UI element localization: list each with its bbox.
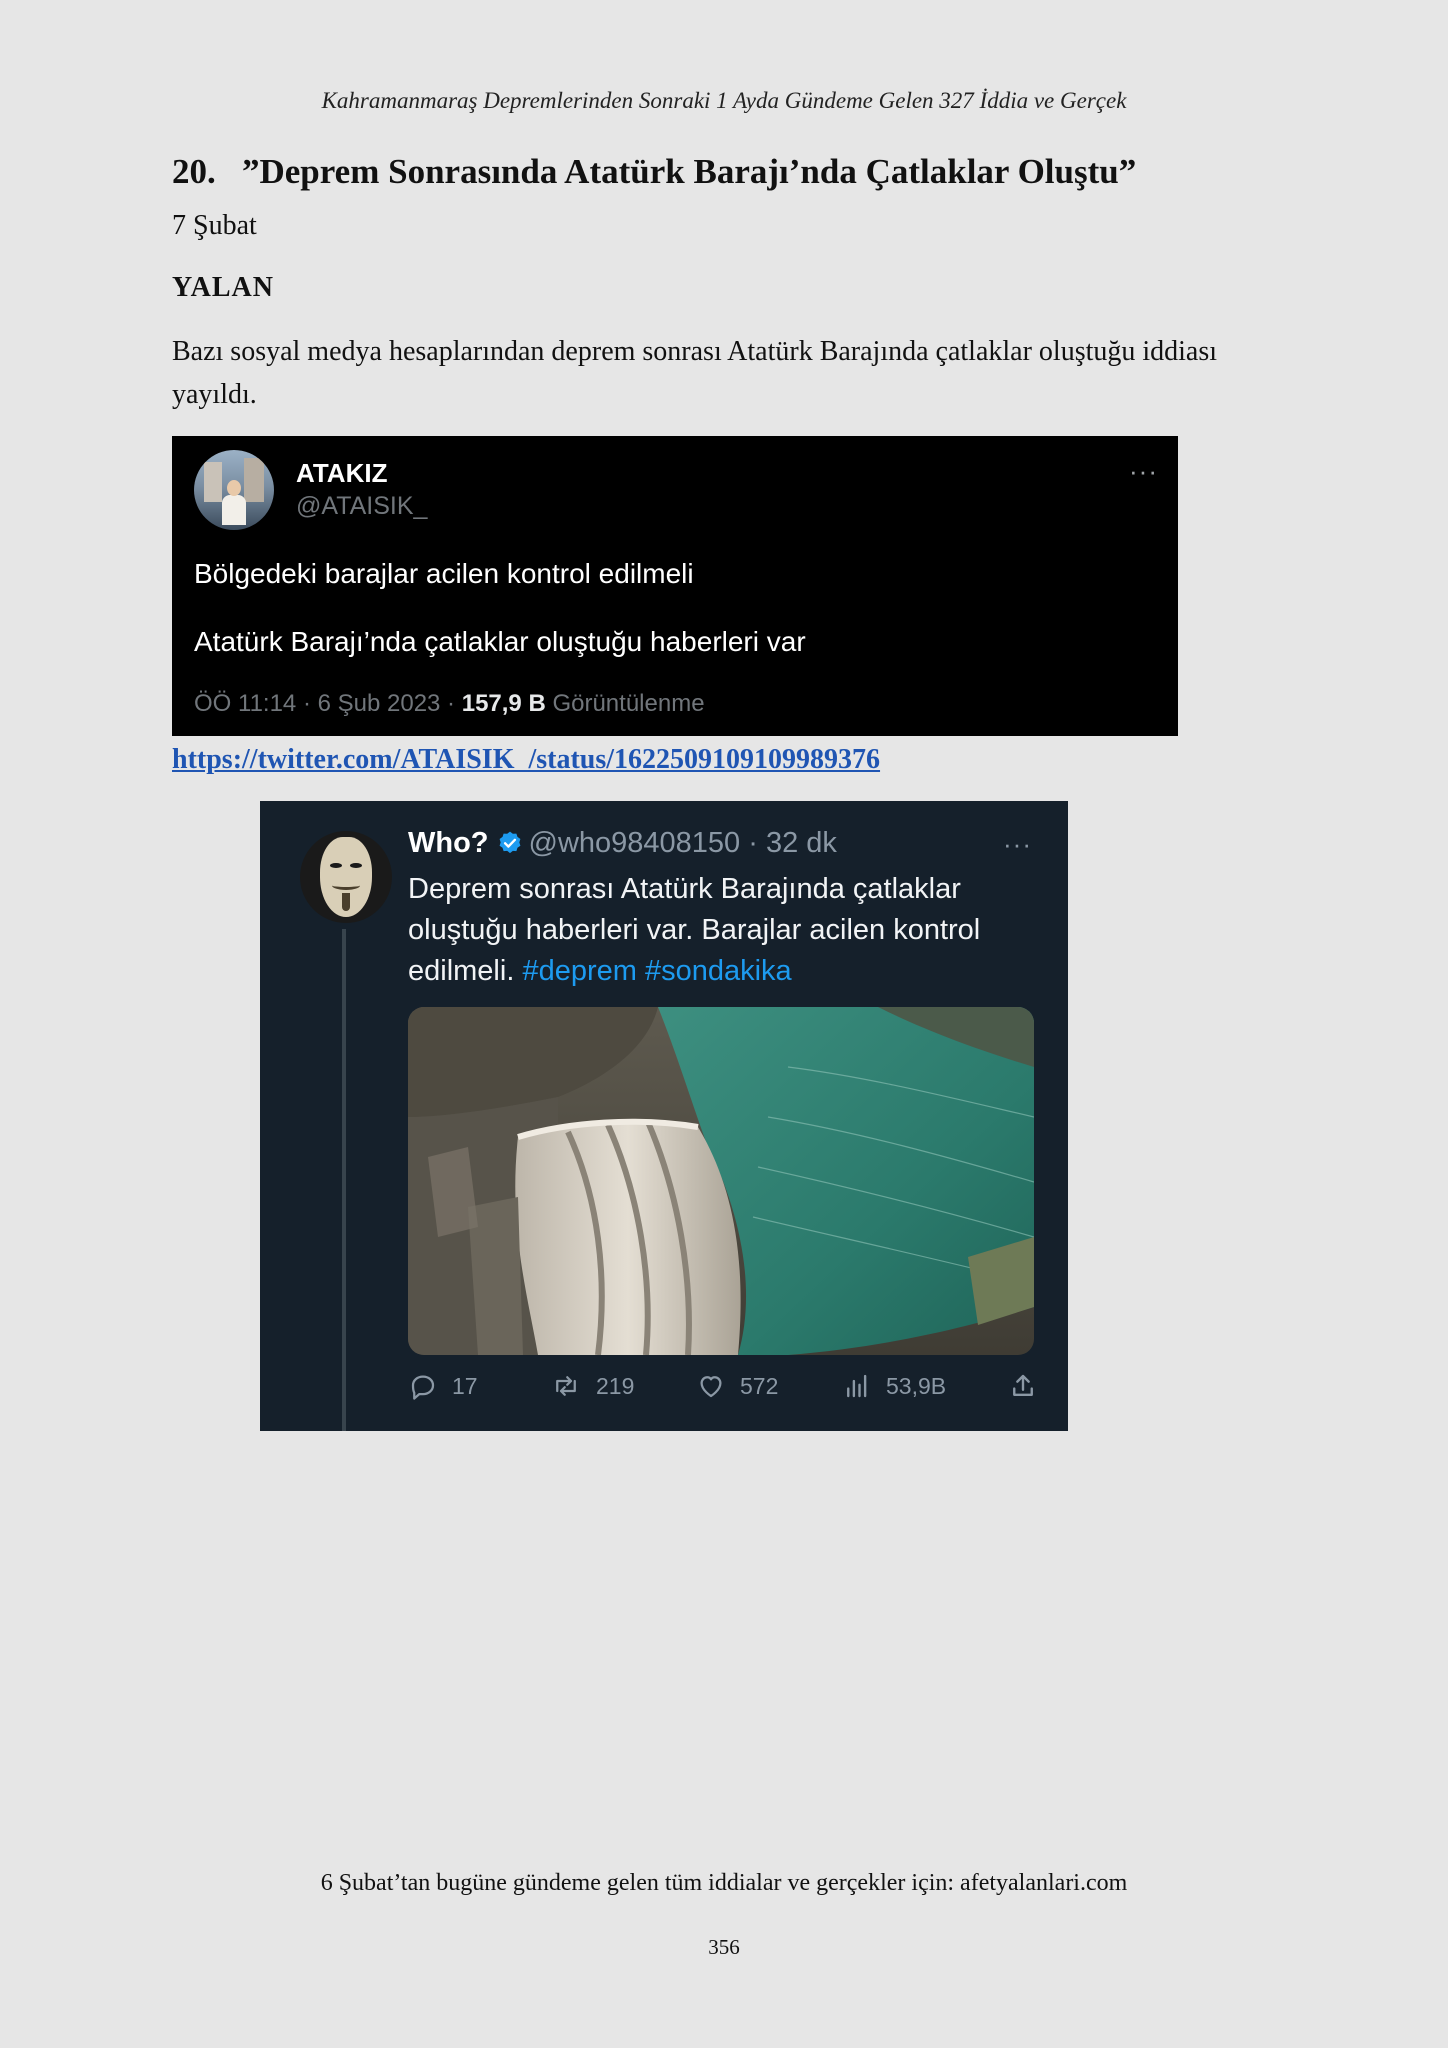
tweet-handle: @ATAISIK_	[296, 492, 428, 520]
views-count: 157,9 B	[461, 690, 546, 717]
tweet-meta: ÖÖ 11:14 · 6 Şub 2023 · 157,9 B Görüntül…	[194, 690, 705, 718]
source-link[interactable]: https://twitter.com/ATAISIK_/status/1622…	[172, 744, 880, 776]
claim-title: ”Deprem Sonrasında Atatürk Barajı’nda Ça…	[242, 152, 1137, 191]
hashtag-deprem: #deprem	[522, 955, 637, 987]
verdict-label: YALAN	[172, 272, 274, 303]
views-action[interactable]: 53,9B	[842, 1371, 946, 1401]
more-options-icon: ···	[1003, 829, 1032, 859]
like-count: 572	[740, 1372, 779, 1399]
claim-date: 7 Şubat	[172, 210, 257, 241]
reply-count: 17	[452, 1372, 478, 1399]
tweet-header: Who? @who98408150 · 32 dk	[408, 827, 837, 864]
tweet-timestamp: ÖÖ 11:14 · 6 Şub 2023 ·	[194, 690, 462, 717]
dam-photo	[408, 1007, 1034, 1355]
like-action[interactable]: 572	[696, 1371, 778, 1401]
share-action[interactable]	[1008, 1371, 1038, 1401]
hashtag-sondakika: #sondakika	[644, 955, 792, 987]
retweet-icon	[550, 1371, 582, 1401]
claim-heading: 20. ”Deprem Sonrasında Atatürk Barajı’nda…	[172, 152, 1136, 192]
avatar	[194, 450, 274, 530]
retweet-action[interactable]: 219	[550, 1371, 634, 1401]
views-label: Görüntülenme	[545, 690, 705, 717]
tweet-text-line: Atatürk Barajı’nda çatlaklar oluştuğu ha…	[194, 626, 806, 657]
claim-number: 20.	[172, 152, 216, 191]
avatar	[300, 831, 392, 923]
reply-action[interactable]: 17	[408, 1371, 478, 1401]
tweet-text: Deprem sonrası Atatürk Barajında çatlakl…	[408, 869, 1048, 992]
claim-description: Bazı sosyal medya hesaplarından deprem s…	[172, 336, 1218, 410]
tweet-display-name: Who?	[408, 827, 489, 859]
views-count: 53,9B	[886, 1372, 947, 1399]
tweet-screenshot-who: Who? @who98408150 · 32 dk ··· Deprem sonr…	[260, 801, 1068, 1431]
document-page: Kahramanmaraş Depremlerinden Sonraki 1 A…	[0, 0, 1448, 2048]
page-number: 356	[708, 1935, 740, 1959]
tweet-handle-time: @who98408150 · 32 dk	[528, 827, 837, 859]
footer-note: 6 Şubat’tan bugüne gündeme gelen tüm idd…	[320, 1870, 1128, 1896]
thread-line	[342, 929, 346, 1431]
running-header: Kahramanmaraş Depremlerinden Sonraki 1 A…	[321, 88, 1127, 113]
share-icon	[1008, 1371, 1038, 1401]
like-icon	[696, 1371, 726, 1401]
tweet-screenshot-ataisik: ATAKIZ @ATAISIK_ ··· Bölgedeki barajlar …	[172, 436, 1178, 736]
verified-badge-icon	[497, 830, 523, 864]
reply-icon	[408, 1371, 438, 1401]
tweet-actions: 17 219 572 53,9B	[408, 1371, 1048, 1411]
retweet-count: 219	[596, 1372, 635, 1399]
tweet-text-line: Bölgedeki barajlar acilen kontrol edilme…	[194, 558, 694, 589]
views-icon	[842, 1371, 872, 1401]
more-options-icon: ···	[1129, 456, 1158, 486]
mask-icon	[320, 837, 372, 917]
tweet-display-name: ATAKIZ	[296, 458, 388, 488]
